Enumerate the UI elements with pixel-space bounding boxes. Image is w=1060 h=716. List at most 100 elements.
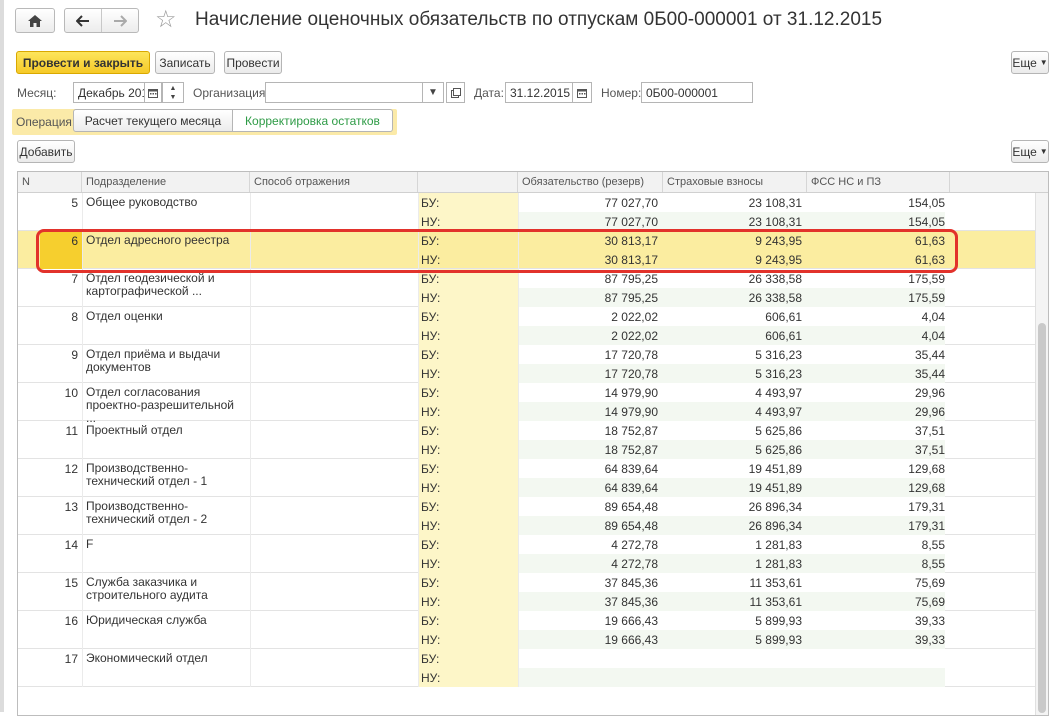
save-button[interactable]: Записать <box>155 51 215 74</box>
nu-reserve-value[interactable]: 14 979,90 <box>518 405 658 419</box>
nu-insurance-value[interactable]: 606,61 <box>663 329 802 343</box>
table-row[interactable]: 14 F БУ: НУ: 4 272,78 4 272,78 1 281,83 1 281,8… <box>18 535 1035 573</box>
department-name[interactable]: Отдел приёма и выдачи документов <box>86 348 246 374</box>
nu-insurance-value[interactable]: 4 493,97 <box>663 405 802 419</box>
add-row-button[interactable]: Добавить <box>17 140 75 163</box>
table-row[interactable]: 10 Отдел согласования проектно-разрешител… <box>18 383 1035 425</box>
nu-fss-value[interactable]: 8,55 <box>807 557 945 571</box>
table-more-button[interactable]: Еще ▼ <box>1011 140 1049 163</box>
department-name[interactable]: Проектный отдел <box>86 424 246 437</box>
nu-insurance-value[interactable]: 5 625,86 <box>663 443 802 457</box>
nu-reserve-value[interactable]: 87 795,25 <box>518 291 658 305</box>
bu-insurance-value[interactable]: 5 316,23 <box>663 348 802 362</box>
vertical-scrollbar[interactable] <box>1035 193 1048 715</box>
nu-fss-value[interactable]: 75,69 <box>807 595 945 609</box>
calendar-icon[interactable] <box>572 82 592 103</box>
nu-reserve-value[interactable]: 19 666,43 <box>518 633 658 647</box>
bu-insurance-value[interactable]: 11 353,61 <box>663 576 803 590</box>
bu-fss-value[interactable]: 8,55 <box>807 538 945 552</box>
nu-reserve-value[interactable]: 89 654,48 <box>518 519 658 533</box>
organization-field[interactable] <box>265 82 423 103</box>
bu-fss-value[interactable]: 39,33 <box>807 614 945 628</box>
header-number[interactable]: N <box>18 172 82 192</box>
table-row[interactable]: 7 Отдел геодезической и картографической … <box>18 269 1035 307</box>
nu-reserve-value[interactable]: 37 845,36 <box>518 595 658 609</box>
bu-insurance-value[interactable]: 26 896,34 <box>663 500 802 514</box>
bu-fss-value[interactable]: 129,68 <box>807 462 945 476</box>
bu-reserve-value[interactable]: 2 022,02 <box>518 310 658 324</box>
bu-reserve-value[interactable]: 14 979,90 <box>518 386 658 400</box>
bu-fss-value[interactable]: 179,31 <box>807 500 945 514</box>
department-name[interactable]: Экономический отдел <box>86 652 246 665</box>
nu-fss-value[interactable]: 175,59 <box>807 291 945 305</box>
post-button[interactable]: Провести <box>224 51 282 74</box>
table-row[interactable]: 9 Отдел приёма и выдачи документов БУ: НУ: 1… <box>18 345 1035 383</box>
bu-insurance-value[interactable]: 606,61 <box>663 310 802 324</box>
department-name[interactable]: Юридическая служба <box>86 614 246 627</box>
table-row[interactable]: 16 Юридическая служба БУ: НУ: 19 666,43 19 66… <box>18 611 1035 649</box>
bu-fss-value[interactable]: 75,69 <box>807 576 945 590</box>
bu-fss-value[interactable]: 154,05 <box>807 196 945 210</box>
operation-option-correction[interactable]: Корректировка остатков <box>233 109 393 132</box>
nu-insurance-value[interactable]: 11 353,61 <box>663 595 803 609</box>
bu-fss-value[interactable]: 35,44 <box>807 348 945 362</box>
nu-reserve-value[interactable]: 77 027,70 <box>518 215 658 229</box>
bu-fss-value[interactable]: 4,04 <box>807 310 945 324</box>
dropdown-chevron-icon[interactable]: ▼ <box>422 82 444 103</box>
nu-reserve-value[interactable]: 2 022,02 <box>518 329 658 343</box>
department-name[interactable]: Отдел согласования проектно-разрешительн… <box>86 386 246 425</box>
table-row[interactable]: 15 Служба заказчика и строительного аудит… <box>18 573 1035 611</box>
nu-fss-value[interactable]: 35,44 <box>807 367 945 381</box>
bu-reserve-value[interactable]: 89 654,48 <box>518 500 658 514</box>
bu-insurance-value[interactable]: 5 899,93 <box>663 614 802 628</box>
header-fss[interactable]: ФСС НС и ПЗ <box>807 172 950 192</box>
nu-reserve-value[interactable]: 4 272,78 <box>518 557 658 571</box>
nu-insurance-value[interactable]: 26 338,58 <box>663 291 802 305</box>
bu-insurance-value[interactable]: 4 493,97 <box>663 386 802 400</box>
home-button[interactable] <box>15 8 55 33</box>
month-stepper[interactable]: ▲ ▼ <box>162 82 184 103</box>
department-name[interactable]: Служба заказчика и строительного аудита <box>86 576 246 602</box>
nu-fss-value[interactable]: 154,05 <box>807 215 945 229</box>
bu-reserve-value[interactable]: 19 666,43 <box>518 614 658 628</box>
nu-fss-value[interactable]: 129,68 <box>807 481 945 495</box>
operation-option-current[interactable]: Расчет текущего месяца <box>73 109 233 132</box>
table-row[interactable]: 13 Производственно-технический отдел - 2 Б… <box>18 497 1035 535</box>
header-accounting-type[interactable] <box>418 172 518 192</box>
nu-fss-value[interactable]: 179,31 <box>807 519 945 533</box>
bu-insurance-value[interactable]: 23 108,31 <box>663 196 802 210</box>
nu-fss-value[interactable]: 37,51 <box>807 443 945 457</box>
nu-insurance-value[interactable]: 5 316,23 <box>663 367 802 381</box>
nu-insurance-value[interactable]: 5 899,93 <box>663 633 802 647</box>
bu-fss-value[interactable]: 29,96 <box>807 386 945 400</box>
bu-reserve-value[interactable]: 17 720,78 <box>518 348 658 362</box>
nu-insurance-value[interactable]: 19 451,89 <box>663 481 802 495</box>
header-department[interactable]: Подразделение <box>82 172 250 192</box>
more-button[interactable]: Еще ▼ <box>1011 51 1049 74</box>
department-name[interactable]: Производственно-технический отдел - 2 <box>86 500 246 526</box>
month-field[interactable]: Декабрь 201 <box>73 82 145 103</box>
bu-insurance-value[interactable]: 26 338,58 <box>663 272 802 286</box>
header-insurance[interactable]: Страховые взносы <box>663 172 807 192</box>
department-name[interactable]: Производственно-технический отдел - 1 <box>86 462 246 488</box>
bu-insurance-value[interactable]: 5 625,86 <box>663 424 802 438</box>
bu-reserve-value[interactable]: 87 795,25 <box>518 272 658 286</box>
scrollbar-thumb[interactable] <box>1038 323 1046 713</box>
bu-reserve-value[interactable]: 37 845,36 <box>518 576 658 590</box>
bu-reserve-value[interactable]: 77 027,70 <box>518 196 658 210</box>
header-method[interactable]: Способ отражения <box>250 172 418 192</box>
chevron-up-icon[interactable]: ▲ <box>170 84 177 93</box>
bu-reserve-value[interactable]: 4 272,78 <box>518 538 658 552</box>
bu-fss-value[interactable]: 175,59 <box>807 272 945 286</box>
nu-insurance-value[interactable]: 23 108,31 <box>663 215 802 229</box>
table-row[interactable]: 11 Проектный отдел БУ: НУ: 18 752,87 18 752,8… <box>18 421 1035 459</box>
chevron-down-icon[interactable]: ▼ <box>170 93 177 102</box>
nu-fss-value[interactable]: 4,04 <box>807 329 945 343</box>
bu-reserve-value[interactable]: 64 839,64 <box>518 462 658 476</box>
nu-fss-value[interactable]: 29,96 <box>807 405 945 419</box>
header-reserve[interactable]: Обязательство (резерв) <box>518 172 663 192</box>
department-name[interactable]: F <box>86 538 246 551</box>
table-row[interactable]: 17 Экономический отдел БУ: НУ: <box>18 649 1035 687</box>
calendar-icon[interactable] <box>144 82 162 103</box>
table-row[interactable]: 12 Производственно-технический отдел - 1 Б… <box>18 459 1035 497</box>
